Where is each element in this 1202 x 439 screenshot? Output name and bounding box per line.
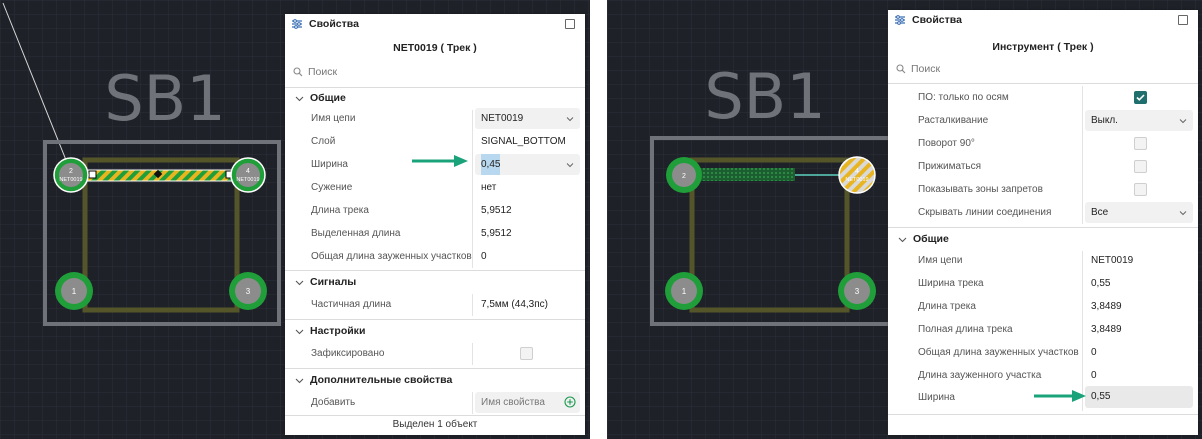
object-title: Инструмент ( Трек ): [992, 41, 1094, 53]
chevron-down-icon: [566, 163, 574, 168]
chevron-down-icon: [898, 237, 907, 242]
chevron-down-icon: [295, 280, 304, 285]
width-input[interactable]: 0,45: [475, 154, 580, 175]
pad-net-label: NET0019: [236, 177, 259, 183]
pad-1: 1: [55, 272, 93, 310]
chevron-down-icon: [1179, 211, 1187, 216]
chevron-down-icon: [295, 96, 304, 101]
pad-3: 3: [838, 272, 876, 310]
section-general[interactable]: Общие: [888, 228, 1198, 250]
push-dropdown[interactable]: Выкл.: [1085, 110, 1193, 131]
row-selected-length: Выделенная длина 5,9512: [311, 228, 512, 239]
property-name-input[interactable]: Имя свойства: [475, 392, 580, 413]
hug-checkbox[interactable]: [1134, 160, 1147, 173]
axis-only-checkbox[interactable]: [1134, 91, 1147, 104]
pad-net-label: NET0019: [845, 177, 868, 183]
row-add-property: Добавить Имя свойства: [285, 391, 585, 414]
row-taper: Сужение нет: [311, 182, 497, 193]
pad-number: 4: [246, 168, 250, 175]
track-handle: [88, 170, 97, 179]
row-narrowed-total: Общая длина зауженных участков 0: [311, 251, 487, 262]
chevron-down-icon: [295, 378, 304, 383]
row-full-length: Полная длина трека 3,8489: [918, 324, 1122, 335]
search-input[interactable]: Поиск: [293, 66, 337, 78]
hide-ratsnest-dropdown[interactable]: Все: [1085, 202, 1193, 223]
net-name-dropdown[interactable]: NET0019: [475, 108, 580, 129]
search-icon: [293, 67, 303, 77]
show-keepouts-checkbox[interactable]: [1134, 183, 1147, 196]
width-field[interactable]: 0,55: [1085, 386, 1193, 408]
maximize-icon[interactable]: [1178, 15, 1188, 25]
row-push: Расталкивание Выкл.: [888, 109, 1198, 132]
row-hide-ratsnest: Скрывать линии соединения Все: [888, 201, 1198, 224]
row-layer: Слой SIGNAL_BOTTOM: [285, 130, 585, 153]
row-narrowed-segment: Длина зауженного участка 0: [918, 370, 1097, 381]
panel-title: Свойства: [309, 18, 359, 30]
row-narrowed-total: Общая длина зауженных участков 0: [918, 347, 1097, 358]
arrow-right-icon: [1034, 390, 1086, 402]
properties-panel-left: Свойства NET0019 ( Трек ) Поиск Общие Им…: [285, 14, 585, 435]
properties-icon: [895, 15, 905, 25]
pad-number: 3: [855, 287, 860, 296]
row-hug: Прижиматься: [888, 155, 1198, 178]
panel-header: Свойства: [285, 14, 585, 34]
section-general[interactable]: Общие: [285, 87, 585, 109]
pad-net-label: NET0019: [59, 177, 82, 183]
row-show-keepouts: Показывать зоны запретов: [888, 178, 1198, 201]
selection-status: Выделен 1 объект: [392, 419, 478, 430]
row-rotate90: Поворот 90°: [888, 132, 1198, 155]
pad-number: 3: [246, 287, 251, 296]
row-track-length: Длина трека 5,9512: [311, 205, 512, 216]
row-axis-only: ПО: только по осям: [888, 86, 1198, 109]
search-placeholder: Поиск: [911, 63, 941, 75]
fixed-checkbox[interactable]: [520, 347, 533, 360]
board-label: SB1: [104, 62, 225, 135]
panel-title: Свойства: [912, 14, 962, 26]
section-extra-properties[interactable]: Дополнительные свойства: [285, 369, 585, 391]
pad-3: 3: [229, 272, 267, 310]
layer-value: SIGNAL_BOTTOM: [481, 136, 566, 147]
pad-1: 1: [665, 272, 703, 310]
search-icon: [896, 64, 906, 74]
pad-number: 4: [855, 168, 859, 175]
plus-circle-icon[interactable]: [564, 396, 576, 408]
pad-2: 2 NET0019: [53, 157, 89, 193]
arrow-right-icon: [412, 155, 468, 167]
row-net-name: Имя цепи NET0019: [918, 255, 1134, 266]
pad-4: 4 NET0019: [230, 157, 266, 193]
maximize-icon[interactable]: [565, 19, 575, 29]
check-icon: [1136, 94, 1145, 101]
pad-number: 1: [72, 287, 77, 296]
search-placeholder: Поиск: [308, 66, 338, 78]
row-track-width: Ширина трека 0,55: [918, 278, 1111, 289]
section-signals[interactable]: Сигналы: [285, 271, 585, 293]
pad-number: 1: [682, 287, 687, 296]
rotate90-checkbox[interactable]: [1134, 137, 1147, 150]
board-label: SB1: [704, 60, 825, 133]
section-settings[interactable]: Настройки: [285, 320, 585, 342]
chevron-down-icon: [295, 329, 304, 334]
row-fixed: Зафиксировано: [285, 342, 585, 365]
right-screenshot: SB1 2 4 NET0019 1 3 Свойства Инструмент …: [607, 0, 1202, 439]
properties-icon: [292, 19, 302, 29]
pad-number: 2: [69, 168, 73, 175]
pad-4-highlighted: 4 NET0019: [838, 156, 876, 194]
search-input[interactable]: Поиск: [896, 63, 940, 75]
chevron-down-icon: [566, 117, 574, 122]
row-net-name: Имя цепи NET0019: [285, 107, 585, 130]
row-partial-length: Частичная длина 7,5мм (44,3пс): [311, 299, 548, 310]
left-screenshot: SB1 2 NET0019 4 NET0019 1 3 Свойства NET…: [0, 0, 590, 439]
pad-number: 2: [682, 173, 686, 180]
chevron-down-icon: [1179, 119, 1187, 124]
row-track-length: Длина трека 3,8489: [918, 301, 1122, 312]
properties-panel-right: Свойства Инструмент ( Трек ) Поиск ПО: т…: [888, 10, 1198, 435]
object-title: NET0019 ( Трек ): [393, 42, 477, 54]
panel-header: Свойства: [888, 10, 1198, 30]
pad-2: 2: [666, 157, 702, 193]
